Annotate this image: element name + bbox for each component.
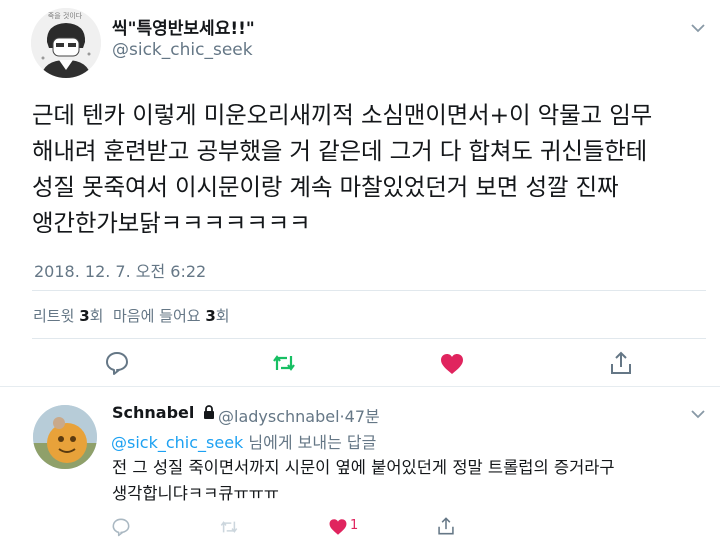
share-icon[interactable] [608, 350, 634, 376]
retweets-count[interactable]: 3 [79, 307, 89, 325]
reply-context-text: 님에게 보내는 답글 [243, 433, 377, 452]
reply-handle[interactable]: @ladyschnabel [218, 407, 340, 426]
retweets-label[interactable]: 리트윗 [33, 307, 74, 325]
engagement-stats: 리트윗 3회 마음에 들어요 3회 [33, 305, 230, 326]
reply-icon[interactable] [111, 517, 131, 537]
reply-meta: @ladyschnabel·47분 [218, 403, 380, 427]
retweet-icon[interactable] [219, 517, 239, 537]
reply-avatar[interactable] [33, 405, 97, 469]
avatar-caption: 죽을 것이다 [47, 12, 83, 20]
divider [32, 290, 706, 291]
reply-display-name[interactable]: Schnabel [112, 403, 215, 422]
chevron-down-icon[interactable] [690, 408, 706, 420]
chevron-down-icon[interactable] [690, 22, 706, 34]
like-action[interactable]: 1 [328, 517, 368, 537]
like-count: 1 [350, 518, 359, 533]
display-name[interactable]: 씩"특영반보세요!!" [112, 14, 255, 39]
reply-name-text: Schnabel [112, 403, 195, 422]
reply-icon[interactable] [104, 350, 130, 376]
reply-context: @sick_chic_seek 님에게 보내는 답글 [111, 429, 376, 453]
likes-label[interactable]: 마음에 들어요 [113, 307, 201, 325]
mention-link[interactable]: @sick_chic_seek [111, 433, 243, 452]
heart-icon[interactable] [439, 351, 465, 377]
reply-text: 전 그 성질 죽이면서까지 시문이 옆에 붙어있던게 정말 트롤럽의 증거라구 … [112, 458, 615, 503]
likes-count[interactable]: 3 [205, 307, 215, 325]
retweet-icon[interactable] [271, 350, 297, 376]
count-unit: 회 [89, 307, 104, 325]
divider [0, 386, 720, 387]
lock-icon [203, 405, 214, 419]
main-tweet: 죽을 것이다 씩"특영반보세요!!" @sick_chic_seek 근데 텐카… [0, 0, 720, 388]
divider [32, 338, 706, 339]
share-icon[interactable] [436, 516, 456, 536]
user-handle[interactable]: @sick_chic_seek [112, 40, 253, 60]
tweet-text: 근데 텐카 이렇게 미운오리새끼적 소심맨이면서+이 악물고 임무 해내려 훈련… [32, 101, 653, 237]
reply-time[interactable]: 47분 [345, 407, 380, 426]
count-unit: 회 [215, 307, 230, 325]
heart-icon[interactable] [328, 517, 348, 537]
tweet-timestamp[interactable]: 2018. 12. 7. 오전 6:22 [34, 258, 206, 282]
